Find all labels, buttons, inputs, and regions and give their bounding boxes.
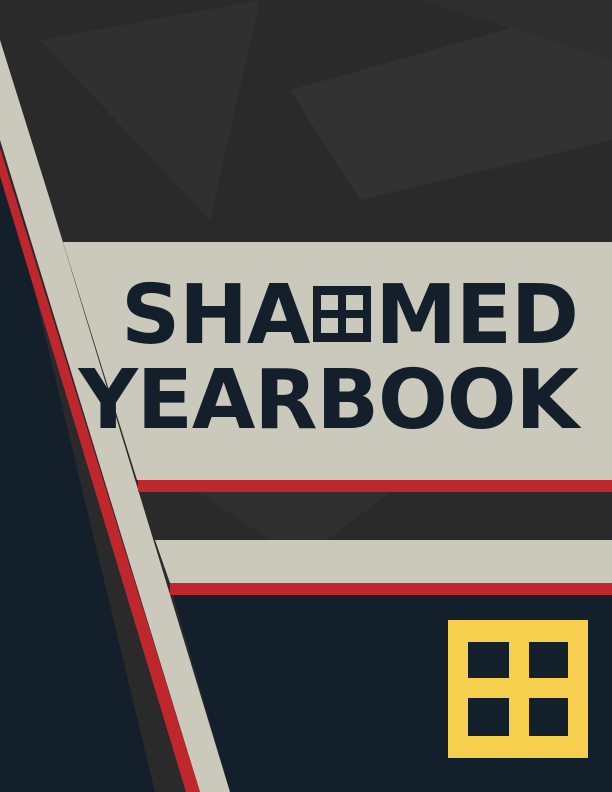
title-text-after-glyph: MED [375,268,579,363]
emblem-right-lower [568,698,588,736]
emblem-vertical-bar [509,620,529,758]
hash-cross-icon [311,284,373,344]
cover-title-line-2: YEARBOOK [78,353,579,448]
yearbook-cover: SHA MED YEARBOOK [0,0,612,792]
red-stripe-upper [138,480,612,492]
red-stripe-lower [170,583,612,595]
emblem-left-lower [448,698,468,736]
title-text-before-glyph: SHA [121,268,310,363]
cover-title-line-1: SHA MED [121,268,579,363]
lower-beige-band [155,540,612,583]
emblem-left-upper [448,642,468,678]
emblem-right-upper [568,642,588,678]
hash-cross-emblem-icon [448,620,588,758]
